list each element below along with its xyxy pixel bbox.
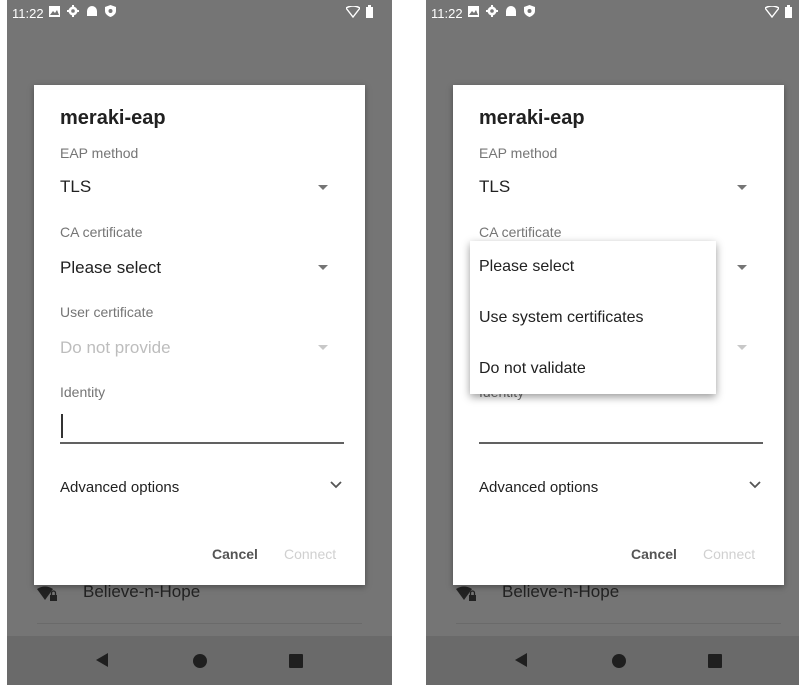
wifi-lock-icon	[37, 586, 57, 601]
text-cursor	[61, 414, 63, 438]
ca-certificate-label: CA certificate	[60, 224, 143, 240]
identity-label: Identity	[60, 384, 106, 400]
battery-icon	[366, 5, 373, 18]
chevron-down-icon	[749, 481, 761, 489]
eap-method-value: TLS	[479, 177, 511, 196]
back-icon[interactable]	[95, 652, 109, 668]
identity-input[interactable]	[60, 413, 348, 439]
wifi-network-name: Believe-n-Hope	[83, 582, 201, 601]
wifi-icon	[346, 5, 360, 18]
status-right-icons	[346, 5, 373, 18]
status-bar: 11:22	[7, 0, 392, 26]
phone-screen-left: 11:22 Believe-n-Hope meraki-eap EAP meth…	[7, 0, 392, 685]
identity-underline	[60, 442, 344, 444]
dropdown-arrow-icon	[318, 185, 328, 190]
eap-method-value: TLS	[60, 177, 92, 196]
image-icon	[468, 5, 479, 17]
status-right-icons	[765, 5, 792, 18]
dropdown-option[interactable]: Do not validate	[479, 360, 586, 378]
recents-icon[interactable]	[708, 654, 722, 668]
settings-gear-icon	[67, 5, 79, 17]
connect-button[interactable]: Connect	[284, 546, 336, 562]
phone-screen-right: 11:22 Believe-n-Hope meraki-eap EAP meth…	[426, 0, 799, 685]
connect-button[interactable]: Connect	[703, 546, 755, 562]
identity-underline	[479, 442, 763, 444]
recents-icon[interactable]	[289, 654, 303, 668]
dropdown-arrow-icon	[318, 265, 328, 270]
wifi-lock-icon	[456, 586, 476, 601]
dropdown-option[interactable]: Use system certificates	[479, 309, 643, 327]
user-certificate-value: Do not provide	[60, 338, 171, 357]
user-certificate-label: User certificate	[60, 304, 154, 320]
eap-method-label: EAP method	[60, 145, 139, 161]
status-time: 11:22	[12, 6, 44, 21]
home-icon[interactable]	[193, 654, 207, 668]
dialog-title: meraki-eap	[479, 107, 585, 129]
shield-icon	[105, 5, 116, 17]
status-icons	[49, 5, 116, 17]
advanced-options-label: Advanced options	[479, 479, 599, 496]
dropdown-arrow-icon	[737, 185, 747, 190]
chevron-down-icon	[330, 481, 342, 489]
battery-icon	[785, 5, 792, 18]
shield-icon	[524, 5, 535, 17]
dropdown-arrow-icon	[737, 345, 747, 350]
status-bar: 11:22	[426, 0, 799, 26]
navigation-bar	[426, 636, 799, 685]
advanced-options-label: Advanced options	[60, 479, 180, 496]
android-icon	[506, 5, 516, 16]
status-time: 11:22	[431, 6, 463, 21]
status-icons	[468, 5, 535, 17]
dropdown-arrow-icon	[318, 345, 328, 350]
settings-gear-icon	[486, 5, 498, 17]
navigation-bar	[7, 636, 392, 685]
wifi-eap-dialog: meraki-eap EAP method TLS CA certificate…	[34, 85, 365, 585]
dialog-title: meraki-eap	[60, 107, 166, 129]
ca-certificate-dropdown-menu: Please select Use system certificates Do…	[470, 241, 716, 394]
wifi-eap-dialog: meraki-eap EAP method TLS CA certificate…	[453, 85, 784, 585]
dropdown-arrow-icon	[737, 265, 747, 270]
cancel-button[interactable]: Cancel	[212, 546, 258, 562]
ca-certificate-label: CA certificate	[479, 224, 562, 240]
android-icon	[87, 5, 97, 16]
back-icon[interactable]	[514, 652, 528, 668]
list-divider	[456, 623, 781, 624]
list-divider	[37, 623, 362, 624]
eap-method-label: EAP method	[479, 145, 558, 161]
wifi-network-name: Believe-n-Hope	[502, 582, 620, 601]
image-icon	[49, 5, 60, 17]
home-icon[interactable]	[612, 654, 626, 668]
ca-certificate-value: Please select	[60, 258, 162, 277]
wifi-icon	[765, 5, 779, 18]
dropdown-option[interactable]: Please select	[479, 258, 574, 276]
cancel-button[interactable]: Cancel	[631, 546, 677, 562]
